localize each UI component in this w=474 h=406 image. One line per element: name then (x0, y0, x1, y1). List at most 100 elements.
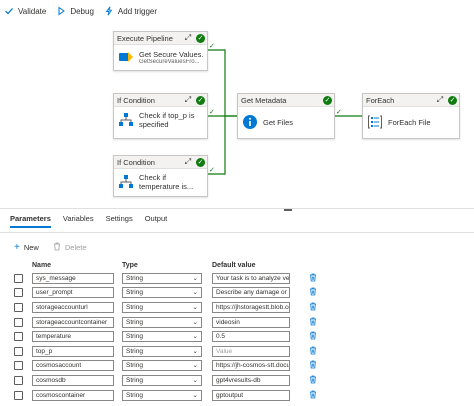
parameter-type-value: String (126, 274, 143, 282)
parameter-name-input[interactable]: temperature (32, 331, 114, 343)
parameter-default-input[interactable]: Your task is to analyze vehic (212, 272, 290, 284)
table-row: sys_message String ⌄ Your task is to anal… (14, 271, 334, 286)
delete-row-icon[interactable] (309, 302, 317, 313)
open-activity-icon[interactable]: ⤢ (183, 33, 193, 43)
tab-output[interactable]: Output (145, 214, 168, 228)
delete-row-icon[interactable] (309, 331, 317, 342)
row-checkbox[interactable] (14, 317, 23, 327)
row-checkbox[interactable] (14, 302, 23, 312)
parameter-type-value: String (126, 347, 143, 355)
parameter-name-input[interactable]: cosmoscontainer (32, 389, 114, 401)
delete-row-icon[interactable] (309, 360, 317, 371)
delete-row-icon[interactable] (309, 273, 317, 284)
activity-name: Get Files (263, 117, 294, 127)
success-status-icon: ✓ (196, 158, 205, 167)
activity-if-condition-temperature[interactable]: If Condition ⤢ ✓ Check if temperature is… (113, 155, 208, 197)
parameter-default-input[interactable]: videosin (212, 316, 290, 328)
execute-pipeline-icon (118, 49, 134, 65)
parameter-type-value: String (126, 333, 143, 341)
row-checkbox[interactable] (14, 390, 23, 400)
parameter-name-input[interactable]: top_p (32, 345, 114, 357)
success-check-mark: ✓ (336, 108, 342, 116)
row-checkbox[interactable] (14, 346, 23, 356)
parameter-default-input[interactable]: Describe any damage or po (212, 287, 290, 299)
activity-foreach[interactable]: ForEach ⤢ ✓ ForEach File (362, 93, 460, 139)
table-row: user_prompt String ⌄ Describe any damage … (14, 286, 334, 301)
checkmark-icon (4, 6, 14, 16)
parameter-type-select[interactable]: String ⌄ (122, 374, 202, 386)
parameter-default-input[interactable]: 0.5 (212, 331, 290, 343)
row-checkbox[interactable] (14, 361, 23, 371)
table-row: cosmosdb String ⌄ gpt4vresults-db (14, 373, 334, 388)
delete-row-icon[interactable] (309, 390, 317, 401)
debug-label: Debug (70, 6, 94, 16)
table-row: storageaccountcontainer String ⌄ videosin (14, 315, 334, 330)
parameter-type-select[interactable]: String ⌄ (122, 360, 202, 372)
delete-row-icon[interactable] (309, 317, 317, 328)
open-activity-icon[interactable]: ⤢ (183, 95, 193, 105)
table-row: top_p String ⌄ Value (14, 344, 334, 359)
parameter-type-select[interactable]: String ⌄ (122, 272, 202, 284)
activity-type-label: If Condition (117, 95, 155, 105)
parameter-name-input[interactable]: cosmosaccount (32, 360, 114, 372)
parameter-type-select[interactable]: String ⌄ (122, 345, 202, 357)
tab-variables[interactable]: Variables (63, 214, 94, 228)
parameter-type-select[interactable]: String ⌄ (122, 287, 202, 299)
activity-name: Check if temperature is... (139, 173, 194, 191)
parameter-name-input[interactable]: sys_message (32, 272, 114, 284)
success-status-icon: ✓ (323, 96, 332, 105)
delete-label: Delete (64, 243, 87, 252)
splitter-handle[interactable] (284, 209, 292, 211)
chevron-down-icon: ⌄ (192, 347, 198, 355)
parameter-default-input[interactable]: gpt4vresults-db (212, 374, 290, 386)
column-header-default-value: Default value (212, 261, 256, 269)
parameter-default-input[interactable]: gptoutput (212, 389, 290, 401)
activity-name: ForEach File (388, 117, 431, 127)
row-checkbox[interactable] (14, 375, 23, 385)
parameter-default-input[interactable]: https://jh-cosmos-stt.docur (212, 360, 290, 372)
parameter-default-input[interactable]: Value (212, 345, 290, 357)
activity-header: Get Metadata ✓ (238, 94, 334, 107)
parameter-name-input[interactable]: storageaccounturl (32, 301, 114, 313)
column-header-name: Name (32, 261, 52, 269)
activity-get-metadata[interactable]: Get Metadata ✓ Get Files (237, 93, 335, 139)
row-checkbox[interactable] (14, 288, 23, 298)
open-activity-icon[interactable]: ⤢ (183, 157, 193, 167)
parameter-type-select[interactable]: String ⌄ (122, 389, 202, 401)
column-header-type: Type (122, 261, 138, 269)
properties-tabs: Parameters Variables Settings Output (10, 214, 167, 230)
row-checkbox[interactable] (14, 273, 23, 283)
new-parameter-button[interactable]: + New (14, 242, 39, 253)
success-check-mark: ✓ (209, 42, 215, 50)
open-activity-icon[interactable]: ⤢ (435, 95, 445, 105)
parameter-type-select[interactable]: String ⌄ (122, 331, 202, 343)
activity-if-condition-top-p[interactable]: If Condition ⤢ ✓ Check if top_p is speci… (113, 93, 208, 139)
parameter-default-input[interactable]: https://jhstoragestt.blob.cor (212, 301, 290, 313)
table-row: temperature String ⌄ 0.5 (14, 329, 334, 344)
activity-header: If Condition ⤢ ✓ (114, 156, 207, 169)
pipeline-canvas[interactable]: ✓ ✓ ✓ ✓ Execute Pipeline ⤢ ✓ Get Secure … (0, 22, 474, 208)
delete-row-icon[interactable] (309, 346, 317, 357)
activity-execute-pipeline[interactable]: Execute Pipeline ⤢ ✓ Get Secure Values..… (113, 31, 208, 71)
parameter-name-input[interactable]: user_prompt (32, 287, 114, 299)
delete-row-icon[interactable] (309, 375, 317, 386)
debug-button[interactable]: Debug (56, 6, 94, 16)
tab-settings[interactable]: Settings (106, 214, 133, 228)
add-trigger-button[interactable]: Add trigger (104, 6, 157, 16)
panel-splitter[interactable] (0, 208, 474, 212)
parameter-type-select[interactable]: String ⌄ (122, 301, 202, 313)
chevron-down-icon: ⌄ (192, 333, 198, 341)
parameter-name-input[interactable]: cosmosdb (32, 374, 114, 386)
success-status-icon: ✓ (448, 96, 457, 105)
parameter-name-input[interactable]: storageaccountcontainer (32, 316, 114, 328)
table-row: storageaccounturl String ⌄ https://jhstor… (14, 300, 334, 315)
if-condition-icon (118, 112, 134, 128)
tab-parameters[interactable]: Parameters (10, 214, 51, 228)
table-body: sys_message String ⌄ Your task is to anal… (14, 271, 334, 402)
delete-parameter-button[interactable]: Delete (53, 242, 87, 253)
row-checkbox[interactable] (14, 332, 23, 342)
validate-button[interactable]: Validate (4, 6, 46, 16)
parameter-type-select[interactable]: String ⌄ (122, 316, 202, 328)
connector-execute-to-metadata (208, 49, 237, 117)
delete-row-icon[interactable] (309, 287, 317, 298)
